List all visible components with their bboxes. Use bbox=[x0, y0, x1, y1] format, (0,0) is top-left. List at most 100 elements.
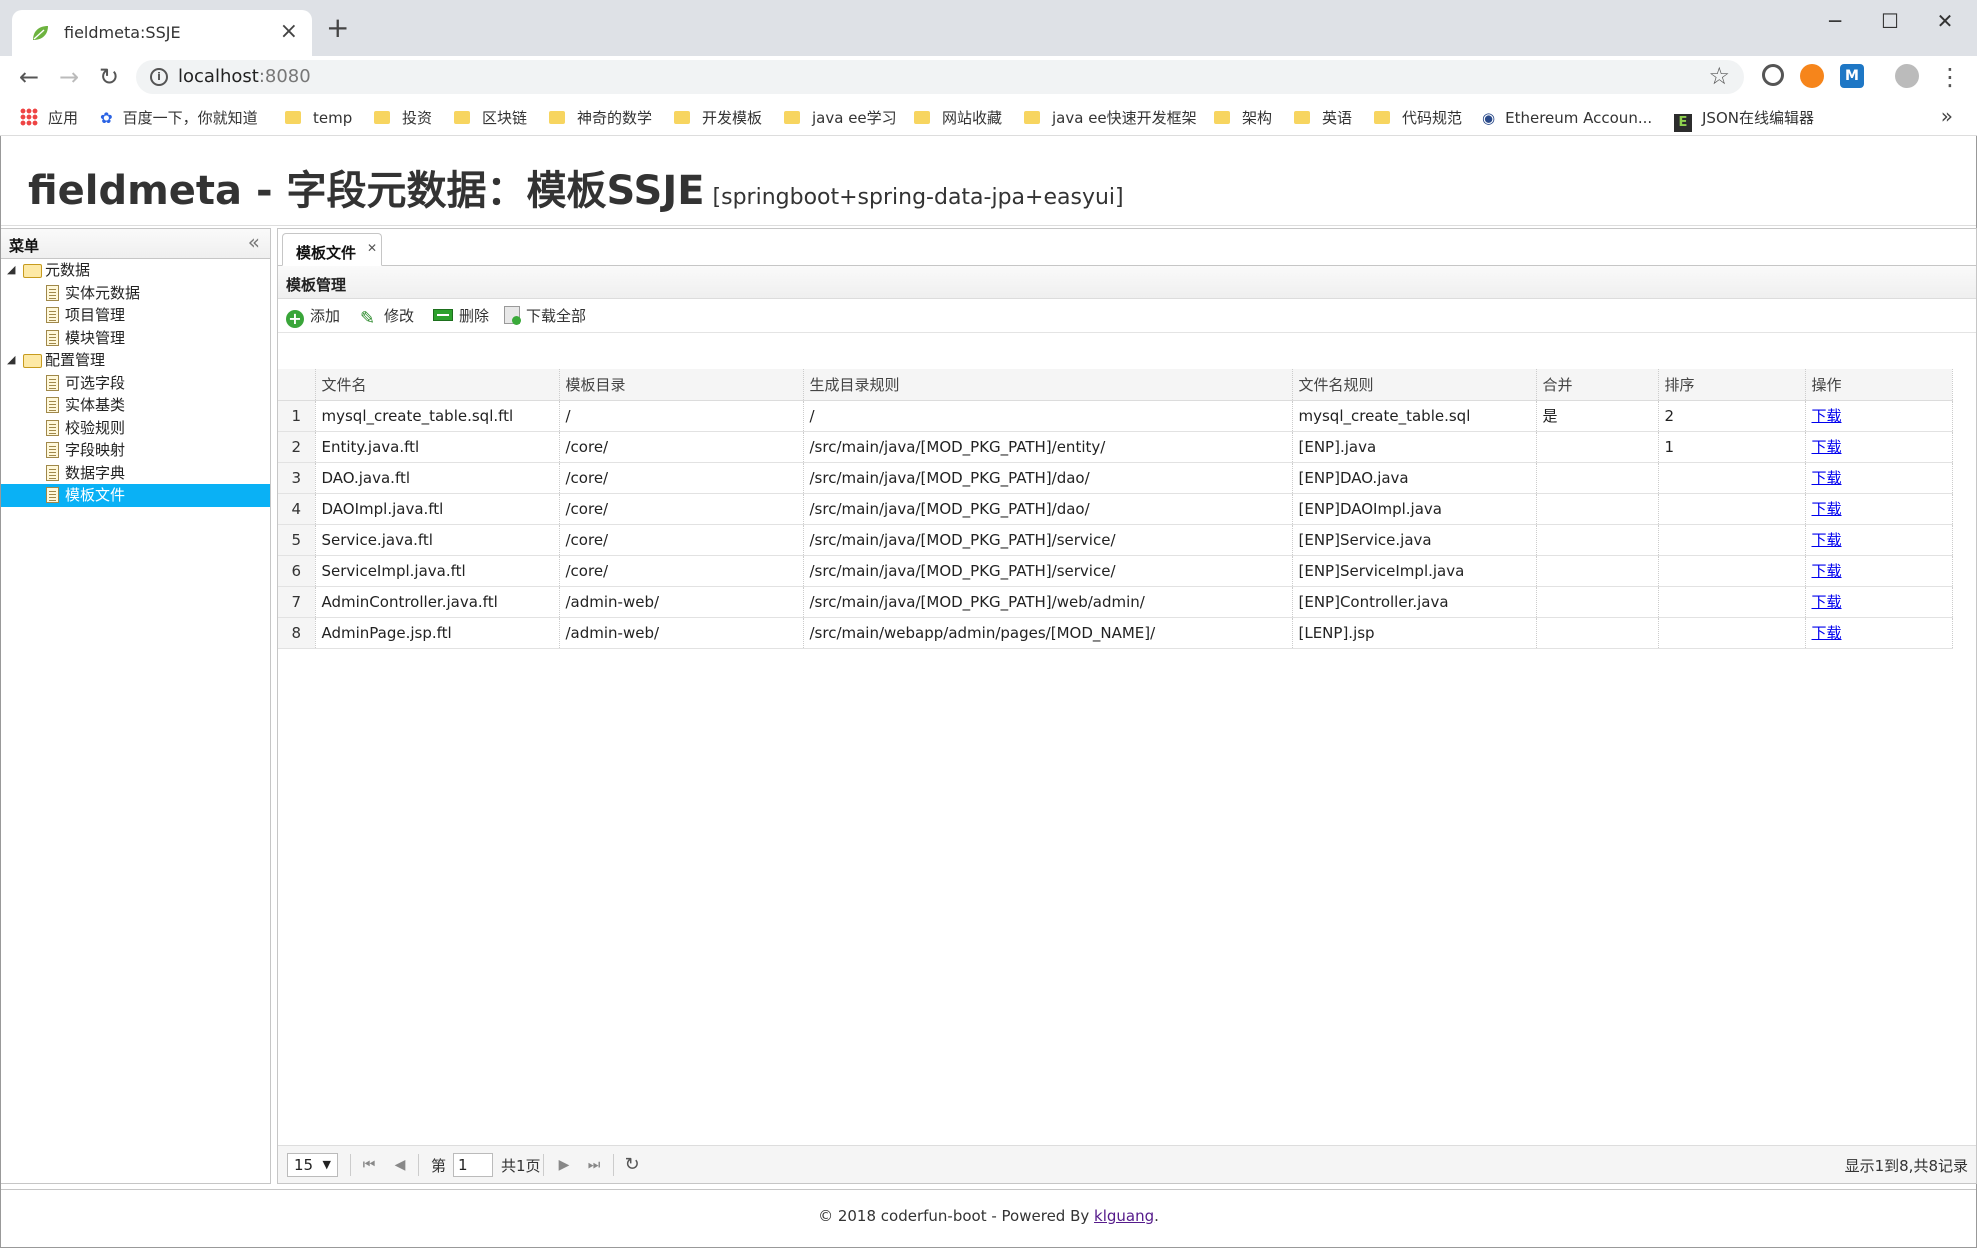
last-page-icon[interactable]: ⏭ bbox=[583, 1153, 605, 1177]
delete-button[interactable]: 删除 bbox=[433, 305, 489, 327]
bookmark-folder[interactable]: 开发模板 bbox=[674, 107, 762, 129]
extension-swirl-icon[interactable] bbox=[1762, 64, 1784, 86]
prev-page-icon[interactable]: ◀ bbox=[389, 1153, 411, 1177]
bookmark-folder[interactable]: 架构 bbox=[1214, 107, 1272, 129]
edit-button[interactable]: ✎ 修改 bbox=[360, 305, 414, 328]
tab-close-icon[interactable]: × bbox=[280, 20, 298, 44]
bookmark-json[interactable]: E JSON在线编辑器 bbox=[1674, 107, 1814, 132]
new-tab-button[interactable]: + bbox=[326, 14, 349, 42]
column-header[interactable]: 模板目录 bbox=[559, 369, 804, 401]
collapse-left-icon[interactable]: « bbox=[248, 231, 260, 253]
pagination-bar: 15 ▼ ⏮ ◀ 第 1 共1页 ▶ ⏭ ↻ 显示1到8,共8记录 bbox=[278, 1145, 1976, 1183]
tab-template-files[interactable]: 模板文件 ✕ bbox=[282, 233, 382, 266]
profile-avatar[interactable] bbox=[1895, 64, 1919, 88]
tree-item-template-files[interactable]: 模板文件 bbox=[1, 484, 270, 507]
tree-item-field-mapping[interactable]: 字段映射 bbox=[1, 439, 270, 462]
bookmark-folder[interactable]: 投资 bbox=[374, 107, 432, 129]
bookmark-folder[interactable]: java ee学习 bbox=[784, 107, 897, 129]
bookmark-ethereum[interactable]: ◉ Ethereum Accoun... bbox=[1482, 107, 1652, 129]
tree-item-entity-base[interactable]: 实体基类 bbox=[1, 394, 270, 417]
tree-group-config[interactable]: ◢ 配置管理 bbox=[1, 349, 270, 372]
tree-item-optional-fields[interactable]: 可选字段 bbox=[1, 372, 270, 395]
bookmarks-more-icon[interactable]: » bbox=[1941, 104, 1953, 128]
reload-icon[interactable]: ↻ bbox=[96, 64, 122, 90]
back-icon[interactable]: ← bbox=[16, 64, 42, 90]
column-header[interactable]: 生成目录规则 bbox=[803, 369, 1293, 401]
download-link[interactable]: 下载 bbox=[1812, 624, 1842, 642]
app: fieldmeta - 字段元数据：模板SSJE [springboot+spri… bbox=[0, 136, 1977, 1248]
table-row[interactable]: 4 DAOImpl.java.ftl/core//src/main/java/[M… bbox=[278, 493, 1953, 525]
folder-icon bbox=[784, 111, 800, 124]
add-button[interactable]: + 添加 bbox=[286, 305, 340, 328]
download-link[interactable]: 下载 bbox=[1812, 593, 1842, 611]
window-close-icon[interactable]: ✕ bbox=[1925, 6, 1965, 36]
folder-icon bbox=[674, 111, 690, 124]
page-prefix: 第 bbox=[431, 1157, 447, 1175]
table-row[interactable]: 6 ServiceImpl.java.ftl/core//src/main/jav… bbox=[278, 555, 1953, 587]
download-link[interactable]: 下载 bbox=[1812, 469, 1842, 487]
bookmark-folder[interactable]: 区块链 bbox=[454, 107, 527, 129]
bookmark-folder[interactable]: 神奇的数学 bbox=[549, 107, 652, 129]
site-info-icon[interactable]: i bbox=[150, 68, 168, 86]
download-link[interactable]: 下载 bbox=[1812, 438, 1842, 456]
cell-merge bbox=[1536, 586, 1659, 618]
download-link[interactable]: 下载 bbox=[1812, 500, 1842, 518]
browser-tab-title: fieldmeta:SSJE bbox=[64, 23, 181, 42]
maximize-icon[interactable]: ☐ bbox=[1870, 6, 1910, 36]
download-link[interactable]: 下载 bbox=[1812, 531, 1842, 549]
column-header[interactable]: 操作 bbox=[1805, 369, 1953, 401]
bookmark-folder[interactable]: 网站收藏 bbox=[914, 107, 1002, 129]
browser-menu-icon[interactable]: ⋮ bbox=[1937, 64, 1963, 90]
tree-item-project[interactable]: 项目管理 bbox=[1, 304, 270, 327]
download-link[interactable]: 下载 bbox=[1812, 562, 1842, 580]
cell-file: ServiceImpl.java.ftl bbox=[315, 555, 560, 587]
address-bar[interactable]: i localhost:8080 ☆ bbox=[136, 60, 1744, 94]
bookmark-apps[interactable]: 应用 bbox=[20, 107, 78, 129]
cell-merge bbox=[1536, 493, 1659, 525]
main-content: 模板文件 ✕ 模板管理 + 添加 ✎ 修改 删除 下载全部 文件名 模板目录 生… bbox=[277, 228, 1977, 1184]
bookmark-star-icon[interactable]: ☆ bbox=[1708, 62, 1730, 90]
bookmark-folder[interactable]: 英语 bbox=[1294, 107, 1352, 129]
page-size-select[interactable]: 15 ▼ bbox=[287, 1153, 338, 1177]
table-row[interactable]: 2 Entity.java.ftl/core//src/main/java/[MO… bbox=[278, 431, 1953, 463]
bookmark-folder[interactable]: 代码规范 bbox=[1374, 107, 1462, 129]
minimize-icon[interactable]: ─ bbox=[1815, 6, 1855, 36]
tree-item-validation[interactable]: 校验规则 bbox=[1, 417, 270, 440]
table-row[interactable]: 1 mysql_create_table.sql.ftl / / mysql_creat… bbox=[278, 400, 1953, 432]
table-row[interactable]: 3 DAO.java.ftl/core//src/main/java/[MOD_P… bbox=[278, 462, 1953, 494]
bookmark-folder[interactable]: temp bbox=[285, 107, 352, 129]
bookmark-folder[interactable]: java ee快速开发框架 bbox=[1024, 107, 1197, 129]
tree-group-metadata[interactable]: ◢ 元数据 bbox=[1, 259, 270, 282]
tree-item-dictionary[interactable]: 数据字典 bbox=[1, 462, 270, 485]
tree-item-entity-metadata[interactable]: 实体元数据 bbox=[1, 282, 270, 305]
sidebar-header: 菜单 « bbox=[1, 229, 270, 259]
tree-item-module[interactable]: 模块管理 bbox=[1, 327, 270, 350]
forward-icon[interactable]: → bbox=[56, 64, 82, 90]
tree-expand-icon[interactable]: ◢ bbox=[7, 259, 15, 281]
first-page-icon[interactable]: ⏮ bbox=[358, 1153, 380, 1177]
tab-close-icon[interactable]: ✕ bbox=[367, 241, 377, 255]
column-header[interactable]: 文件名规则 bbox=[1292, 369, 1537, 401]
cell-order bbox=[1658, 462, 1806, 494]
column-header[interactable]: 文件名 bbox=[315, 369, 560, 401]
folder-icon bbox=[1024, 111, 1040, 124]
next-page-icon[interactable]: ▶ bbox=[553, 1153, 575, 1177]
table-row[interactable]: 8 AdminPage.jsp.ftl/admin-web//src/main/w… bbox=[278, 617, 1953, 649]
bookmark-baidu[interactable]: ✿ 百度一下，你就知道 bbox=[100, 107, 258, 129]
extension-m-icon[interactable]: M bbox=[1840, 64, 1864, 88]
row-number: 3 bbox=[278, 462, 316, 494]
column-header[interactable]: 排序 bbox=[1658, 369, 1806, 401]
metamask-icon[interactable] bbox=[1800, 64, 1824, 88]
footer-author-link[interactable]: klguang bbox=[1094, 1207, 1154, 1225]
table-row[interactable]: 5 Service.java.ftl/core//src/main/java/[M… bbox=[278, 524, 1953, 556]
page-number-input[interactable]: 1 bbox=[453, 1153, 493, 1177]
column-header[interactable]: 合并 bbox=[1536, 369, 1659, 401]
browser-tab[interactable]: fieldmeta:SSJE × bbox=[12, 10, 312, 56]
download-link[interactable]: 下载 bbox=[1812, 407, 1842, 425]
tree-expand-icon[interactable]: ◢ bbox=[7, 349, 15, 371]
address-url[interactable]: localhost:8080 bbox=[178, 66, 311, 87]
download-all-button[interactable]: 下载全部 bbox=[504, 305, 586, 327]
cell-action: 下载 bbox=[1805, 431, 1953, 463]
table-row[interactable]: 7 AdminController.java.ftl/admin-web//src… bbox=[278, 586, 1953, 618]
refresh-icon[interactable]: ↻ bbox=[621, 1153, 643, 1177]
